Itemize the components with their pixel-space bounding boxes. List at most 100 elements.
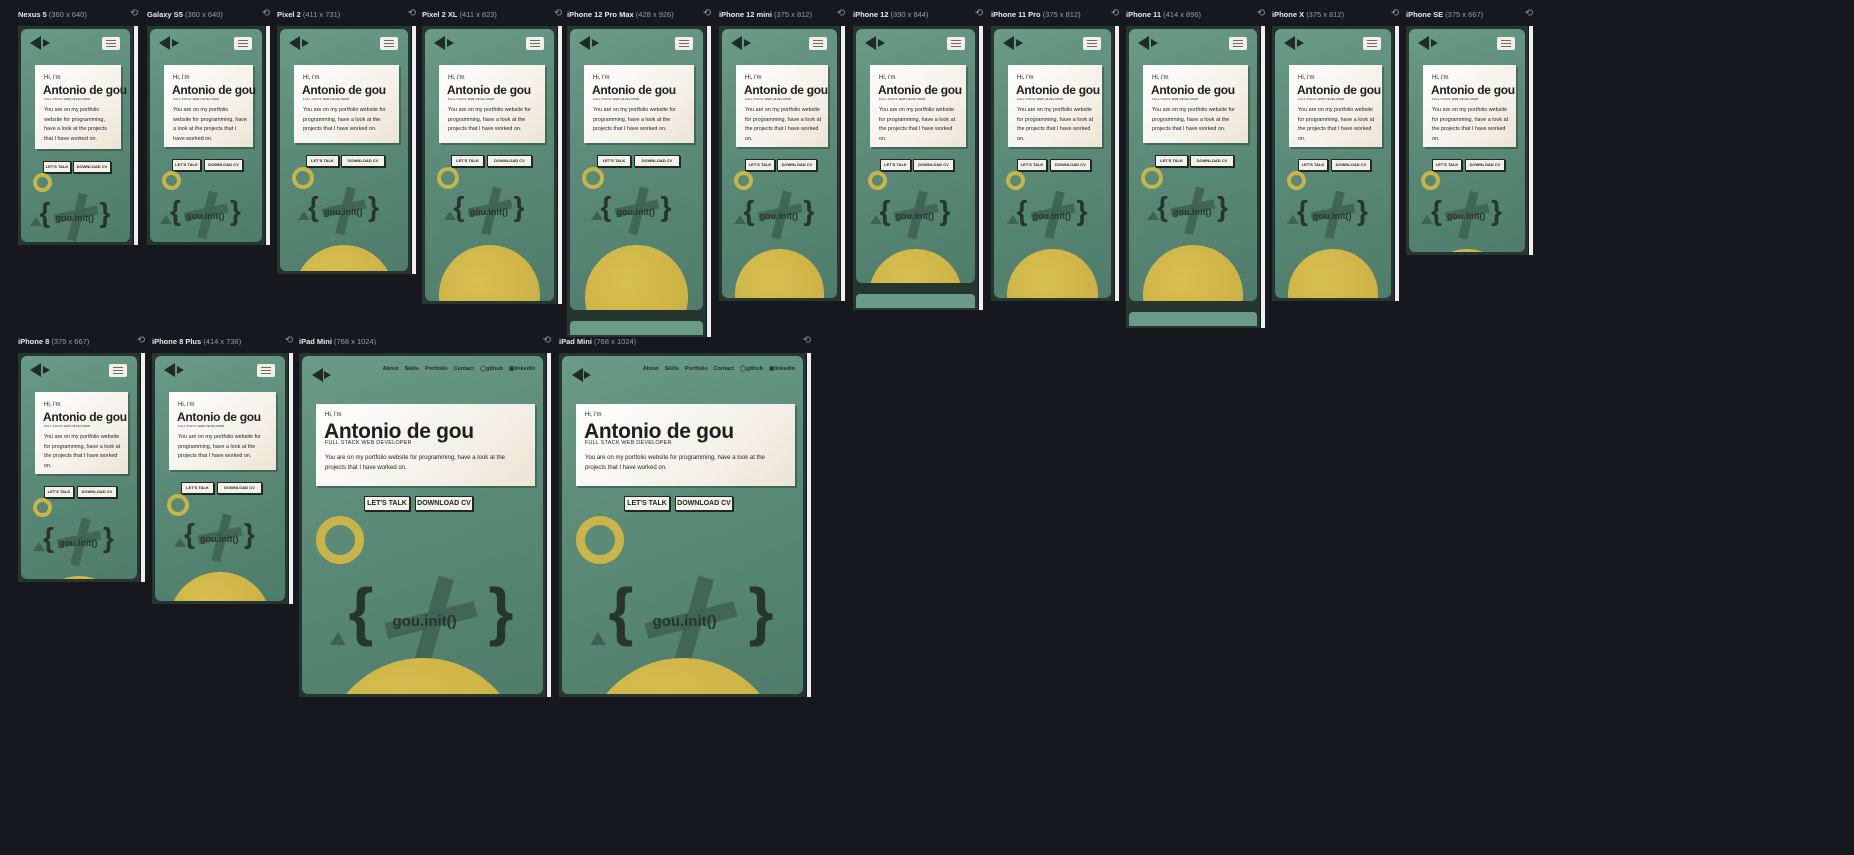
download-cv-button[interactable]: DOWNLOAD CV	[1050, 159, 1091, 171]
hamburger-menu-icon[interactable]	[380, 37, 398, 50]
rotate-icon[interactable]: ⟲	[802, 336, 812, 346]
rotate-icon[interactable]: ⟲	[1110, 9, 1120, 19]
forward-arrow-icon[interactable]	[1431, 39, 1438, 47]
nav-skills[interactable]: Skills	[405, 366, 419, 372]
scrollbar[interactable]	[547, 353, 551, 697]
back-arrow-icon[interactable]	[164, 363, 175, 377]
back-arrow-icon[interactable]	[865, 36, 876, 50]
scrollbar[interactable]	[841, 26, 845, 301]
back-arrow-icon[interactable]	[579, 36, 590, 50]
rotate-icon[interactable]: ⟲	[836, 9, 846, 19]
hamburger-menu-icon[interactable]	[1363, 37, 1381, 50]
lets-talk-button[interactable]: LET'S TALK	[172, 159, 201, 171]
forward-arrow-icon[interactable]	[324, 371, 331, 379]
forward-arrow-icon[interactable]	[592, 39, 599, 47]
forward-arrow-icon[interactable]	[584, 371, 591, 379]
download-cv-button[interactable]: DOWNLOAD CV	[217, 482, 262, 494]
nav-linkedin[interactable]: ▣linkedin	[769, 366, 795, 372]
hamburger-menu-icon[interactable]	[1229, 37, 1247, 50]
download-cv-button[interactable]: DOWNLOAD CV	[77, 486, 117, 498]
hamburger-menu-icon[interactable]	[102, 37, 120, 50]
rotate-icon[interactable]: ⟲	[702, 9, 712, 19]
forward-arrow-icon[interactable]	[177, 366, 184, 374]
lets-talk-button[interactable]: LET'S TALK	[306, 155, 339, 167]
download-cv-button[interactable]: DOWNLOAD CV	[341, 155, 385, 167]
scrollbar[interactable]	[1395, 26, 1399, 301]
download-cv-button[interactable]: DOWNLOAD CV	[675, 496, 733, 511]
forward-arrow-icon[interactable]	[744, 39, 751, 47]
back-arrow-icon[interactable]	[30, 363, 41, 377]
download-cv-button[interactable]: DOWNLOAD CV	[415, 496, 473, 511]
lets-talk-button[interactable]: LET'S TALK	[44, 486, 74, 498]
hamburger-menu-icon[interactable]	[234, 37, 252, 50]
nav-contact[interactable]: Contact	[714, 366, 734, 372]
hamburger-menu-icon[interactable]	[1083, 37, 1101, 50]
hamburger-menu-icon[interactable]	[947, 37, 965, 50]
back-arrow-icon[interactable]	[1284, 36, 1295, 50]
lets-talk-button[interactable]: LET'S TALK	[1017, 159, 1047, 171]
lets-talk-button[interactable]: LET'S TALK	[1155, 155, 1188, 167]
hamburger-menu-icon[interactable]	[109, 364, 127, 377]
scrollbar[interactable]	[1115, 26, 1119, 301]
lets-talk-button[interactable]: LET'S TALK	[745, 159, 775, 171]
back-arrow-icon[interactable]	[1418, 36, 1429, 50]
forward-arrow-icon[interactable]	[43, 39, 50, 47]
nav-portfolio[interactable]: Portfolio	[425, 366, 448, 372]
download-cv-button[interactable]: DOWNLOAD CV	[1190, 155, 1234, 167]
download-cv-button[interactable]: DOWNLOAD CV	[204, 159, 243, 171]
nav-github[interactable]: ◯github	[480, 366, 503, 372]
nav-portfolio[interactable]: Portfolio	[685, 366, 708, 372]
forward-arrow-icon[interactable]	[1151, 39, 1158, 47]
lets-talk-button[interactable]: LET'S TALK	[451, 155, 484, 167]
scrollbar[interactable]	[807, 353, 811, 697]
download-cv-button[interactable]: DOWNLOAD CV	[1331, 159, 1371, 171]
nav-linkedin[interactable]: ▣linkedin	[509, 366, 535, 372]
hamburger-menu-icon[interactable]	[257, 364, 275, 377]
scrollbar[interactable]	[412, 26, 416, 274]
lets-talk-button[interactable]: LET'S TALK	[880, 159, 911, 171]
back-arrow-icon[interactable]	[1138, 36, 1149, 50]
lets-talk-button[interactable]: LET'S TALK	[597, 155, 631, 167]
scrollbar[interactable]	[1529, 26, 1533, 255]
back-arrow-icon[interactable]	[312, 368, 323, 382]
hamburger-menu-icon[interactable]	[526, 37, 544, 50]
forward-arrow-icon[interactable]	[447, 39, 454, 47]
forward-arrow-icon[interactable]	[1016, 39, 1023, 47]
back-arrow-icon[interactable]	[1003, 36, 1014, 50]
hamburger-menu-icon[interactable]	[1497, 37, 1515, 50]
back-arrow-icon[interactable]	[30, 36, 41, 50]
forward-arrow-icon[interactable]	[302, 39, 309, 47]
rotate-icon[interactable]: ⟲	[136, 336, 146, 346]
forward-arrow-icon[interactable]	[1297, 39, 1304, 47]
forward-arrow-icon[interactable]	[878, 39, 885, 47]
hamburger-menu-icon[interactable]	[675, 37, 693, 50]
forward-arrow-icon[interactable]	[172, 39, 179, 47]
nav-about[interactable]: About	[383, 366, 399, 372]
rotate-icon[interactable]: ⟲	[1390, 9, 1400, 19]
nav-github[interactable]: ◯github	[740, 366, 763, 372]
scrollbar[interactable]	[134, 26, 138, 245]
rotate-icon[interactable]: ⟲	[542, 336, 552, 346]
download-cv-button[interactable]: DOWNLOAD CV	[913, 159, 954, 171]
back-arrow-icon[interactable]	[434, 36, 445, 50]
nav-about[interactable]: About	[643, 366, 659, 372]
scrollbar[interactable]	[289, 353, 293, 604]
lets-talk-button[interactable]: LET'S TALK	[1298, 159, 1328, 171]
lets-talk-button[interactable]: LET'S TALK	[364, 496, 410, 511]
download-cv-button[interactable]: DOWNLOAD CV	[634, 155, 680, 167]
scrollbar[interactable]	[979, 26, 983, 310]
scrollbar[interactable]	[707, 26, 711, 337]
rotate-icon[interactable]: ⟲	[407, 9, 417, 19]
scrollbar[interactable]	[141, 353, 145, 582]
nav-skills[interactable]: Skills	[665, 366, 679, 372]
download-cv-button[interactable]: DOWNLOAD CV	[1465, 159, 1505, 171]
rotate-icon[interactable]: ⟲	[974, 9, 984, 19]
hamburger-menu-icon[interactable]	[809, 37, 827, 50]
download-cv-button[interactable]: DOWNLOAD CV	[777, 159, 817, 171]
rotate-icon[interactable]: ⟲	[1256, 9, 1266, 19]
lets-talk-button[interactable]: LET'S TALK	[1432, 159, 1462, 171]
lets-talk-button[interactable]: LET'S TALK	[43, 161, 71, 173]
scrollbar[interactable]	[1261, 26, 1265, 328]
rotate-icon[interactable]: ⟲	[284, 336, 294, 346]
download-cv-button[interactable]: DOWNLOAD CV	[487, 155, 532, 167]
